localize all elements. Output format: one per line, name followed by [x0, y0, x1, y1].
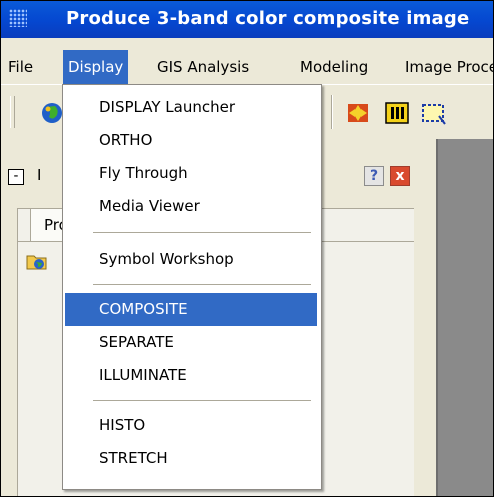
- globe-icon[interactable]: [41, 101, 63, 125]
- move-arrows-icon[interactable]: [346, 102, 370, 124]
- menu-file[interactable]: File: [3, 50, 38, 84]
- menu-item-composite[interactable]: COMPOSITE: [65, 293, 317, 326]
- panel-title: I: [37, 166, 42, 184]
- menu-display[interactable]: Display: [63, 50, 129, 84]
- menu-item-illuminate[interactable]: ILLUMINATE: [65, 359, 317, 392]
- menu-item-stretch[interactable]: STRETCH: [65, 442, 317, 475]
- dashed-selection-icon[interactable]: [421, 102, 447, 126]
- menu-separator: [93, 400, 311, 401]
- toolbar-separator: [331, 95, 333, 129]
- menu-item-fly-through[interactable]: Fly Through: [65, 157, 317, 190]
- menu-item-histo[interactable]: HISTO: [65, 409, 317, 442]
- title-bar: Produce 3-band color composite image: [1, 1, 493, 38]
- menu-item-media-viewer[interactable]: Media Viewer: [65, 190, 317, 223]
- menu-separator: [93, 284, 311, 285]
- help-icon[interactable]: ?: [364, 166, 384, 186]
- menu-modeling[interactable]: Modeling: [295, 50, 373, 84]
- close-icon[interactable]: x: [390, 166, 410, 186]
- splitter[interactable]: [414, 139, 436, 496]
- project-folder-icon[interactable]: [26, 252, 48, 270]
- menu-item-ortho[interactable]: ORTHO: [65, 124, 317, 157]
- app-grid-icon: [9, 9, 27, 27]
- menu-bar: File Display GIS Analysis Modeling Image…: [1, 50, 493, 84]
- map-canvas[interactable]: [436, 139, 493, 496]
- display-menu-dropdown: DISPLAY Launcher ORTHO Fly Through Media…: [62, 84, 322, 490]
- menu-separator: [93, 232, 311, 233]
- menu-item-display-launcher[interactable]: DISPLAY Launcher: [65, 91, 317, 124]
- menu-image-processing[interactable]: Image Processing: [400, 50, 493, 84]
- collapse-panel-button[interactable]: -: [8, 169, 24, 185]
- application-window: Produce 3-band color composite image Fil…: [0, 0, 494, 497]
- menu-item-symbol-workshop[interactable]: Symbol Workshop: [65, 243, 317, 276]
- composite-bars-icon[interactable]: [385, 101, 409, 125]
- menu-gis-analysis[interactable]: GIS Analysis: [152, 50, 254, 84]
- menu-item-separate[interactable]: SEPARATE: [65, 326, 317, 359]
- toolbar-grip[interactable]: [10, 96, 15, 128]
- window-title: Produce 3-band color composite image: [66, 8, 470, 29]
